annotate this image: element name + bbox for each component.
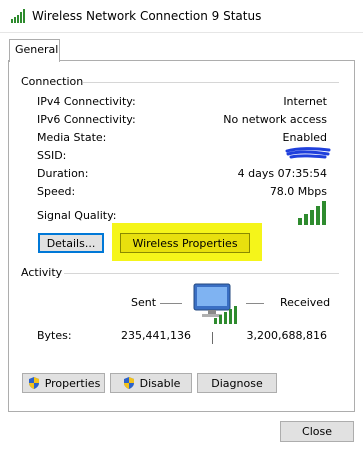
activity-divider [64,273,339,274]
received-label: Received [280,296,331,309]
ipv6-label: IPv6 Connectivity: [37,113,136,126]
connection-divider [83,82,339,83]
activity-separator [212,332,213,344]
window-title: Wireless Network Connection 9 Status [32,9,262,23]
received-line [246,303,264,304]
ssid-redaction-scribble [285,147,331,159]
diagnose-button[interactable]: Diagnose [197,373,277,393]
connection-heading: Connection [21,75,84,88]
tab-general[interactable]: General [9,39,60,62]
sent-label: Sent [131,296,157,309]
network-computer-icon [193,283,237,324]
signal-bars-icon [11,9,25,23]
media-state-value: Enabled [282,131,327,144]
duration-value: 4 days 07:35:54 [237,167,327,180]
uac-shield-icon [123,377,134,389]
ipv6-value: No network access [223,113,327,126]
title-bar: Wireless Network Connection 9 Status [0,0,363,33]
ssid-label: SSID: [37,149,67,162]
details-button[interactable]: Details... [38,233,104,253]
signal-quality-label: Signal Quality: [37,209,117,222]
close-button-label: Close [302,425,332,438]
properties-button[interactable]: Properties [22,373,105,393]
bytes-received-value: 3,200,688,816 [246,329,327,342]
wireless-properties-label: Wireless Properties [132,236,238,250]
uac-shield-icon [28,377,39,389]
speed-value: 78.0 Mbps [269,185,327,198]
bytes-sent-value: 235,441,136 [121,329,191,342]
speed-label: Speed: [37,185,76,198]
ipv4-value: Internet [283,95,327,108]
disable-button[interactable]: Disable [110,373,192,393]
wireless-properties-button[interactable]: Wireless Properties [120,233,250,253]
media-state-label: Media State: [37,131,107,144]
ipv4-label: IPv4 Connectivity: [37,95,136,108]
properties-button-label: Properties [44,376,101,390]
activity-heading: Activity [21,266,63,279]
diagnose-button-label: Diagnose [211,376,263,390]
close-button[interactable]: Close [280,421,354,442]
disable-button-label: Disable [139,376,181,390]
bytes-label: Bytes: [37,329,72,342]
sent-line [160,303,182,304]
duration-label: Duration: [37,167,89,180]
details-button-label: Details... [46,236,96,250]
signal-strength-icon [298,201,326,225]
tab-general-label: General [15,43,59,56]
